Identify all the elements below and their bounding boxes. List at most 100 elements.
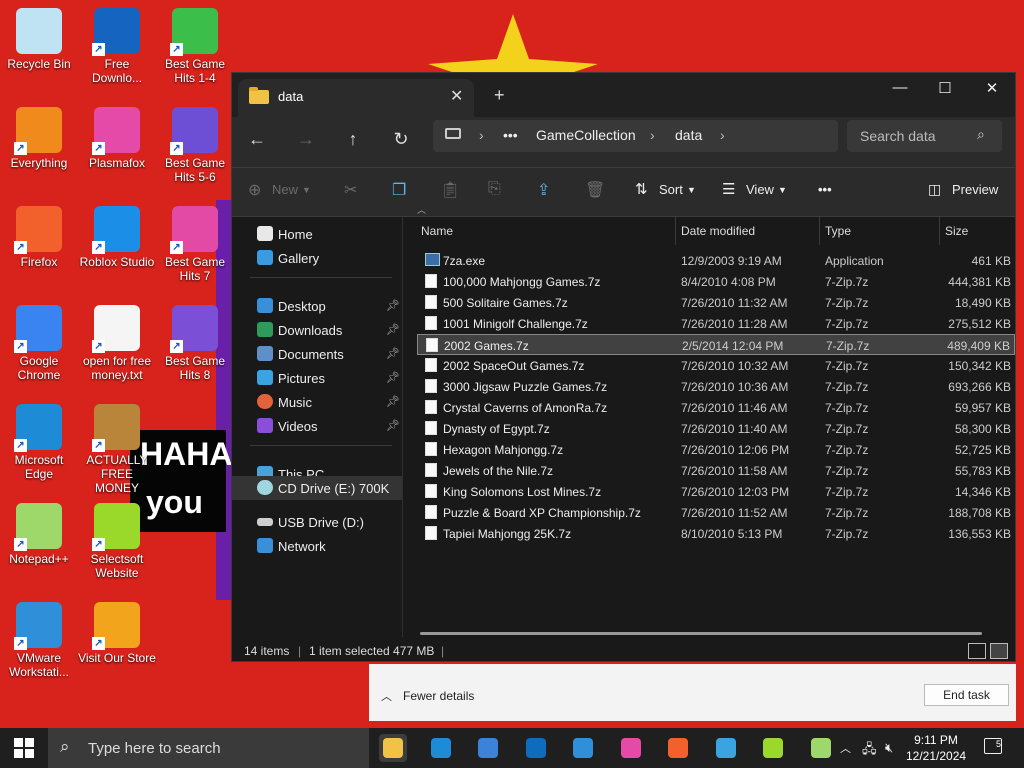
pin-icon[interactable]: 📌︎	[386, 395, 400, 408]
selectsoft-icon[interactable]	[759, 734, 787, 762]
cut-icon[interactable]: ✂	[344, 180, 357, 200]
pin-icon[interactable]: 📌︎	[386, 299, 400, 312]
maximize-button[interactable]: ☐	[930, 79, 960, 97]
pin-icon[interactable]: 📌︎	[386, 371, 400, 384]
edge-icon[interactable]	[427, 734, 455, 762]
desktop-icon-2[interactable]: Free Downlo...	[78, 8, 156, 85]
file-row[interactable]: Jewels of the Nile.7z 7/26/2010 11:58 AM 7…	[417, 460, 1015, 481]
notepad-plus-icon[interactable]	[807, 734, 835, 762]
sidebar-item-desktop[interactable]: Desktop 📌︎	[232, 295, 402, 317]
column-divider[interactable]	[819, 217, 820, 245]
breadcrumb-data[interactable]: data	[675, 127, 702, 143]
file-row[interactable]: 3000 Jigsaw Puzzle Games.7z 7/26/2010 10:…	[417, 376, 1015, 397]
sidebar-item-gallery[interactable]: Gallery	[232, 247, 402, 269]
desktop-icon-9[interactable]: Best Game Hits 7	[156, 206, 234, 283]
sidebar-item-network[interactable]: Network	[232, 535, 402, 557]
desktop-icon-3[interactable]: Best Game Hits 1-4	[156, 8, 234, 85]
show-hidden-icons-icon[interactable]: ︿	[840, 740, 851, 756]
sidebar-item-music[interactable]: Music 📌︎	[232, 391, 402, 413]
paste-icon[interactable]: 📋︎	[440, 180, 460, 200]
desktop-icon-6[interactable]: Best Game Hits 5-6	[156, 107, 234, 184]
desktop-icon-8[interactable]: Roblox Studio	[78, 206, 156, 269]
notification-center-icon[interactable]: 5	[984, 738, 1002, 754]
firefox-icon[interactable]	[664, 734, 692, 762]
pin-icon[interactable]: 📌︎	[386, 323, 400, 336]
desktop-icon-16[interactable]: Selectsoft Website	[78, 503, 156, 580]
network-tray-icon[interactable]: 🖧︎	[862, 740, 877, 762]
copy-icon[interactable]: ❐	[392, 180, 406, 200]
close-tab-icon[interactable]: ✕	[450, 86, 463, 106]
file-row[interactable]: 1001 Minigolf Challenge.7z 7/26/2010 11:2…	[417, 313, 1015, 334]
preview-button[interactable]: Preview	[952, 182, 998, 197]
view-button[interactable]: View	[746, 182, 774, 197]
new-button[interactable]: New	[272, 182, 298, 197]
sidebar-item-pictures[interactable]: Pictures 📌︎	[232, 367, 402, 389]
column-divider[interactable]	[939, 217, 940, 245]
desktop-icon-7[interactable]: Firefox	[0, 206, 78, 269]
plasmafox-icon[interactable]	[617, 734, 645, 762]
sidebar-item-downloads[interactable]: Downloads 📌︎	[232, 319, 402, 341]
tab-data[interactable]: data ✕	[238, 79, 474, 117]
file-row[interactable]: King Solomons Lost Mines.7z 7/26/2010 12:…	[417, 481, 1015, 502]
desktop-icon-14[interactable]: ACTUALLY FREE MONEY	[78, 404, 156, 495]
system-clock[interactable]: 9:11 PM 12/21/2024	[906, 732, 966, 764]
file-row[interactable]: 100,000 Mahjongg Games.7z 8/4/2010 4:08 P…	[417, 271, 1015, 292]
up-arrow-icon[interactable]: ↑	[340, 129, 366, 150]
back-arrow-icon[interactable]: ←	[244, 129, 270, 150]
more-options-icon[interactable]: •••	[818, 182, 832, 197]
photos-icon[interactable]	[712, 734, 740, 762]
pin-icon[interactable]: 📌︎	[386, 419, 400, 432]
desktop-icon-10[interactable]: Google Chrome	[0, 305, 78, 382]
desktop-icon-13[interactable]: Microsoft Edge	[0, 404, 78, 481]
breadcrumb-more-icon[interactable]: •••	[503, 127, 518, 143]
desktop-icon-1[interactable]: Recycle Bin	[0, 8, 78, 71]
sidebar-item-cd-drive[interactable]: CD Drive (E:) 700K	[232, 476, 402, 500]
column-header-name[interactable]: Name	[421, 224, 453, 238]
sidebar-item-videos[interactable]: Videos 📌︎	[232, 415, 402, 437]
vmware-icon[interactable]	[569, 734, 597, 762]
end-task-button[interactable]: End task	[924, 684, 1009, 706]
breadcrumb-gamecollection[interactable]: GameCollection	[536, 127, 636, 143]
forward-arrow-icon[interactable]: →	[293, 129, 319, 150]
taskbar-search-box[interactable]: ⌕ Type here to search	[48, 728, 369, 768]
file-row[interactable]: Crystal Caverns of AmonRa.7z 7/26/2010 11…	[417, 397, 1015, 418]
sidebar-item-documents[interactable]: Documents 📌︎	[232, 343, 402, 365]
file-row[interactable]: 2002 SpaceOut Games.7z 7/26/2010 10:32 AM…	[417, 355, 1015, 376]
volume-muted-icon[interactable]: 🔇︎	[885, 740, 893, 756]
column-header-size[interactable]: Size	[945, 224, 968, 238]
file-row[interactable]: 2002 Games.7z 2/5/2014 12:04 PM 7-Zip.7z 48…	[417, 334, 1015, 355]
address-bar[interactable]: › ••• GameCollection › data ›	[433, 120, 838, 152]
search-box[interactable]: Search data ⌕	[847, 120, 1002, 152]
share-icon[interactable]: ⇪	[537, 180, 550, 200]
sort-button[interactable]: Sort	[659, 182, 683, 197]
column-header-type[interactable]: Type	[825, 224, 851, 238]
new-tab-button[interactable]: +	[494, 85, 505, 106]
desktop-icon-15[interactable]: Notepad++	[0, 503, 78, 566]
file-row[interactable]: Puzzle & Board XP Championship.7z 7/26/20…	[417, 502, 1015, 523]
file-explorer-icon[interactable]	[379, 734, 407, 762]
fewer-details-link[interactable]: Fewer details	[403, 689, 474, 703]
horizontal-scrollbar[interactable]	[420, 632, 982, 635]
chevron-up-icon[interactable]: ︿	[381, 688, 392, 704]
file-row[interactable]: 500 Solitaire Games.7z 7/26/2010 11:32 AM…	[417, 292, 1015, 313]
desktop-icon-17[interactable]: VMware Workstati...	[0, 602, 78, 679]
pin-icon[interactable]: 📌︎	[386, 347, 400, 360]
minimize-button[interactable]: —	[885, 79, 915, 96]
desktop-icon-4[interactable]: Everything	[0, 107, 78, 170]
file-row[interactable]: Dynasty of Egypt.7z 7/26/2010 11:40 AM 7-Z…	[417, 418, 1015, 439]
windows-start-icon[interactable]	[14, 738, 34, 758]
file-row[interactable]: Tapiei Mahjongg 25K.7z 8/10/2010 5:13 PM 7…	[417, 523, 1015, 544]
breadcrumb-chevron-icon[interactable]: ›	[720, 127, 725, 143]
desktop-icon-18[interactable]: Visit Our Store	[78, 602, 156, 665]
details-view-icon[interactable]	[968, 643, 986, 659]
column-header-date[interactable]: Date modified	[681, 224, 755, 238]
column-divider[interactable]	[675, 217, 676, 245]
store-icon[interactable]	[474, 734, 502, 762]
desktop-icon-5[interactable]: Plasmafox	[78, 107, 156, 170]
desktop-icon-11[interactable]: open for free money.txt	[78, 305, 156, 382]
tiles-view-icon[interactable]	[990, 643, 1008, 659]
file-row[interactable]: 7za.exe 12/9/2003 9:19 AM Application 461 K…	[417, 250, 1015, 271]
refresh-icon[interactable]: ↻	[388, 129, 414, 150]
sidebar-item-usb-drive[interactable]: USB Drive (D:)	[232, 511, 402, 533]
delete-icon[interactable]: 🗑︎	[585, 180, 605, 200]
